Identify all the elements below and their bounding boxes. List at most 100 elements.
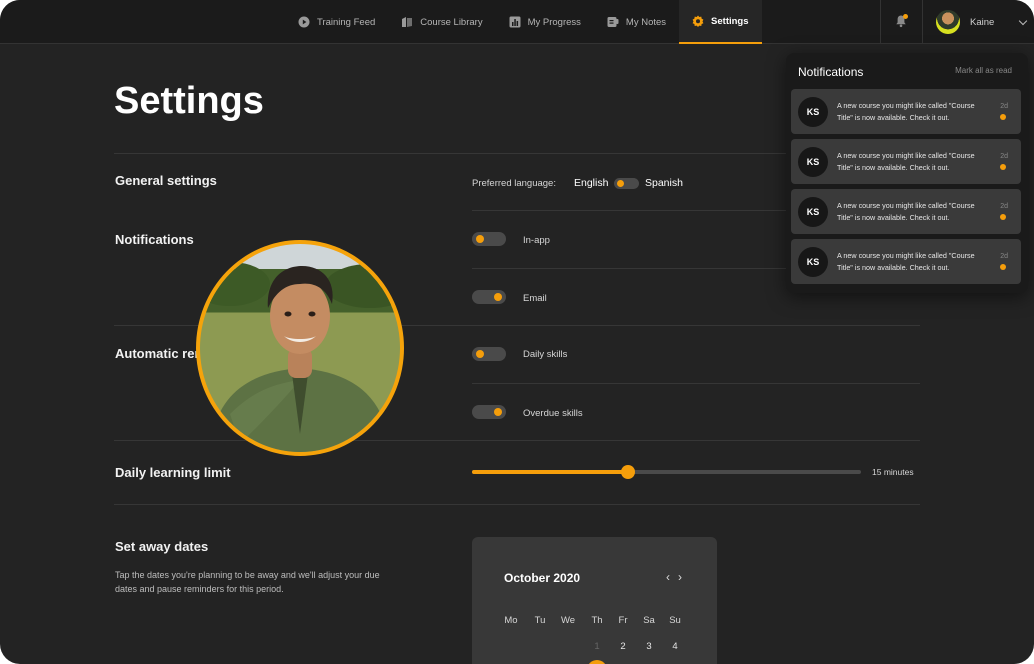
notification-text-line: A new course you might like called "Cour…: [837, 101, 975, 110]
automatic-reminders-label: Automatic rem: [115, 346, 207, 361]
weekday-label: We: [560, 615, 576, 626]
unread-dot: [1000, 164, 1006, 170]
language-option-english: English: [574, 177, 609, 189]
chevron-down-icon: [1019, 16, 1028, 25]
language-option-spanish: Spanish: [645, 177, 683, 189]
books-icon: [401, 16, 413, 28]
mark-all-read-button[interactable]: Mark all as read: [955, 66, 1012, 75]
weekday-label: Tu: [534, 615, 546, 626]
notification-avatar: KS: [798, 147, 828, 177]
calendar-date[interactable]: 2: [613, 641, 633, 652]
toggle-knob: [476, 235, 484, 243]
calendar-date[interactable]: 3: [639, 641, 659, 652]
divider: [114, 504, 920, 505]
toggle-knob: [494, 293, 502, 301]
notification-text-line: A new course you might like called "Cour…: [837, 201, 975, 210]
weekday-label: Mo: [504, 615, 518, 626]
chevron-right-icon[interactable]: ›: [678, 570, 682, 584]
toggle-knob: [494, 408, 502, 416]
notification-text: A new course you might like called "Cour…: [837, 100, 997, 124]
away-dates-description-line2: dates and pause reminders for this perio…: [115, 584, 284, 594]
unread-indicator: [903, 14, 908, 19]
app-window: Training Feed Course Library My Progress…: [0, 0, 1034, 664]
nav-label: Settings: [711, 15, 749, 27]
toggle-knob: [476, 350, 484, 358]
in-app-label: In-app: [523, 235, 550, 246]
selected-date-marker[interactable]: [587, 660, 607, 664]
unread-dot: [1000, 114, 1006, 120]
notification-text-line: Title" is now available. Check it out.: [837, 113, 950, 122]
general-settings-label: General settings: [115, 173, 217, 188]
calendar: October 2020 ‹ › Mo Tu We Th Fr Sa Su 1 …: [472, 537, 717, 664]
notification-text: A new course you might like called "Cour…: [837, 150, 997, 174]
profile-photo: [196, 240, 404, 456]
weekday-label: Su: [669, 615, 681, 626]
nav-settings[interactable]: Settings: [679, 0, 762, 44]
chevron-left-icon[interactable]: ‹: [666, 570, 670, 584]
daily-skills-label: Daily skills: [523, 349, 568, 360]
nav-my-notes[interactable]: My Notes: [594, 0, 679, 44]
preferred-language-label: Preferred language:: [472, 178, 556, 189]
in-app-toggle[interactable]: [472, 232, 506, 246]
notification-bell-button[interactable]: [894, 14, 910, 30]
daily-learning-limit-label: Daily learning limit: [115, 465, 231, 480]
notification-item[interactable]: KS A new course you might like called "C…: [791, 89, 1021, 134]
notification-time: 2d: [1000, 103, 1008, 110]
nav-label: My Notes: [625, 16, 667, 28]
nav-divider: [922, 0, 923, 44]
nav-my-progress[interactable]: My Progress: [496, 0, 594, 44]
top-nav-bar: Training Feed Course Library My Progress…: [0, 0, 1034, 44]
notification-time: 2d: [1000, 203, 1008, 210]
avatar: [936, 10, 960, 34]
toggle-knob: [617, 180, 624, 187]
nav-course-library[interactable]: Course Library: [388, 0, 495, 44]
slider-fill: [472, 470, 628, 474]
main-nav: Training Feed Course Library My Progress…: [285, 0, 762, 44]
nav-label: Training Feed: [317, 16, 376, 28]
divider: [472, 383, 920, 384]
weekday-label: Sa: [643, 615, 655, 626]
slider-thumb[interactable]: [621, 465, 635, 479]
nav-label: My Progress: [527, 16, 581, 28]
notification-item[interactable]: KS A new course you might like called "C…: [791, 139, 1021, 184]
user-name: Kaine: [970, 16, 995, 28]
calendar-date[interactable]: 4: [665, 641, 685, 652]
notification-text-line: Title" is now available. Check it out.: [837, 163, 950, 172]
learning-limit-slider[interactable]: [472, 465, 861, 479]
email-label: Email: [523, 293, 547, 304]
away-dates-description-line1: Tap the dates you're planning to be away…: [115, 570, 380, 580]
notification-text-line: A new course you might like called "Cour…: [837, 151, 975, 160]
language-toggle[interactable]: [614, 178, 639, 189]
notification-item[interactable]: KS A new course you might like called "C…: [791, 189, 1021, 234]
calendar-nav: ‹ ›: [666, 570, 682, 584]
calendar-month: October 2020: [504, 571, 581, 585]
notification-text: A new course you might like called "Cour…: [837, 200, 997, 224]
notification-avatar: KS: [798, 97, 828, 127]
divider: [114, 440, 920, 441]
nav-divider: [880, 0, 881, 44]
calendar-date[interactable]: 1: [587, 641, 607, 652]
play-circle-icon: [298, 16, 310, 28]
notifications-panel: Notifications Mark all as read KS A new …: [786, 53, 1028, 293]
notifications-settings-label: Notifications: [115, 232, 194, 247]
unread-dot: [1000, 214, 1006, 220]
daily-skills-toggle[interactable]: [472, 347, 506, 361]
weekday-label: Fr: [618, 615, 628, 626]
notification-avatar: KS: [798, 197, 828, 227]
user-menu[interactable]: Kaine: [936, 10, 1028, 34]
nav-training-feed[interactable]: Training Feed: [285, 0, 388, 44]
bar-chart-icon: [509, 16, 521, 28]
overdue-skills-toggle[interactable]: [472, 405, 506, 419]
notification-item[interactable]: KS A new course you might like called "C…: [791, 239, 1021, 284]
person-illustration: [200, 262, 400, 452]
learning-limit-value: 15 minutes: [872, 467, 914, 477]
gear-icon: [692, 15, 704, 27]
notification-time: 2d: [1000, 253, 1008, 260]
overdue-skills-label: Overdue skills: [523, 408, 583, 419]
email-toggle[interactable]: [472, 290, 506, 304]
notification-text-line: A new course you might like called "Cour…: [837, 251, 975, 260]
notification-time: 2d: [1000, 153, 1008, 160]
page-title: Settings: [114, 80, 264, 122]
away-dates-label: Set away dates: [115, 539, 209, 554]
notes-icon: [607, 16, 619, 28]
